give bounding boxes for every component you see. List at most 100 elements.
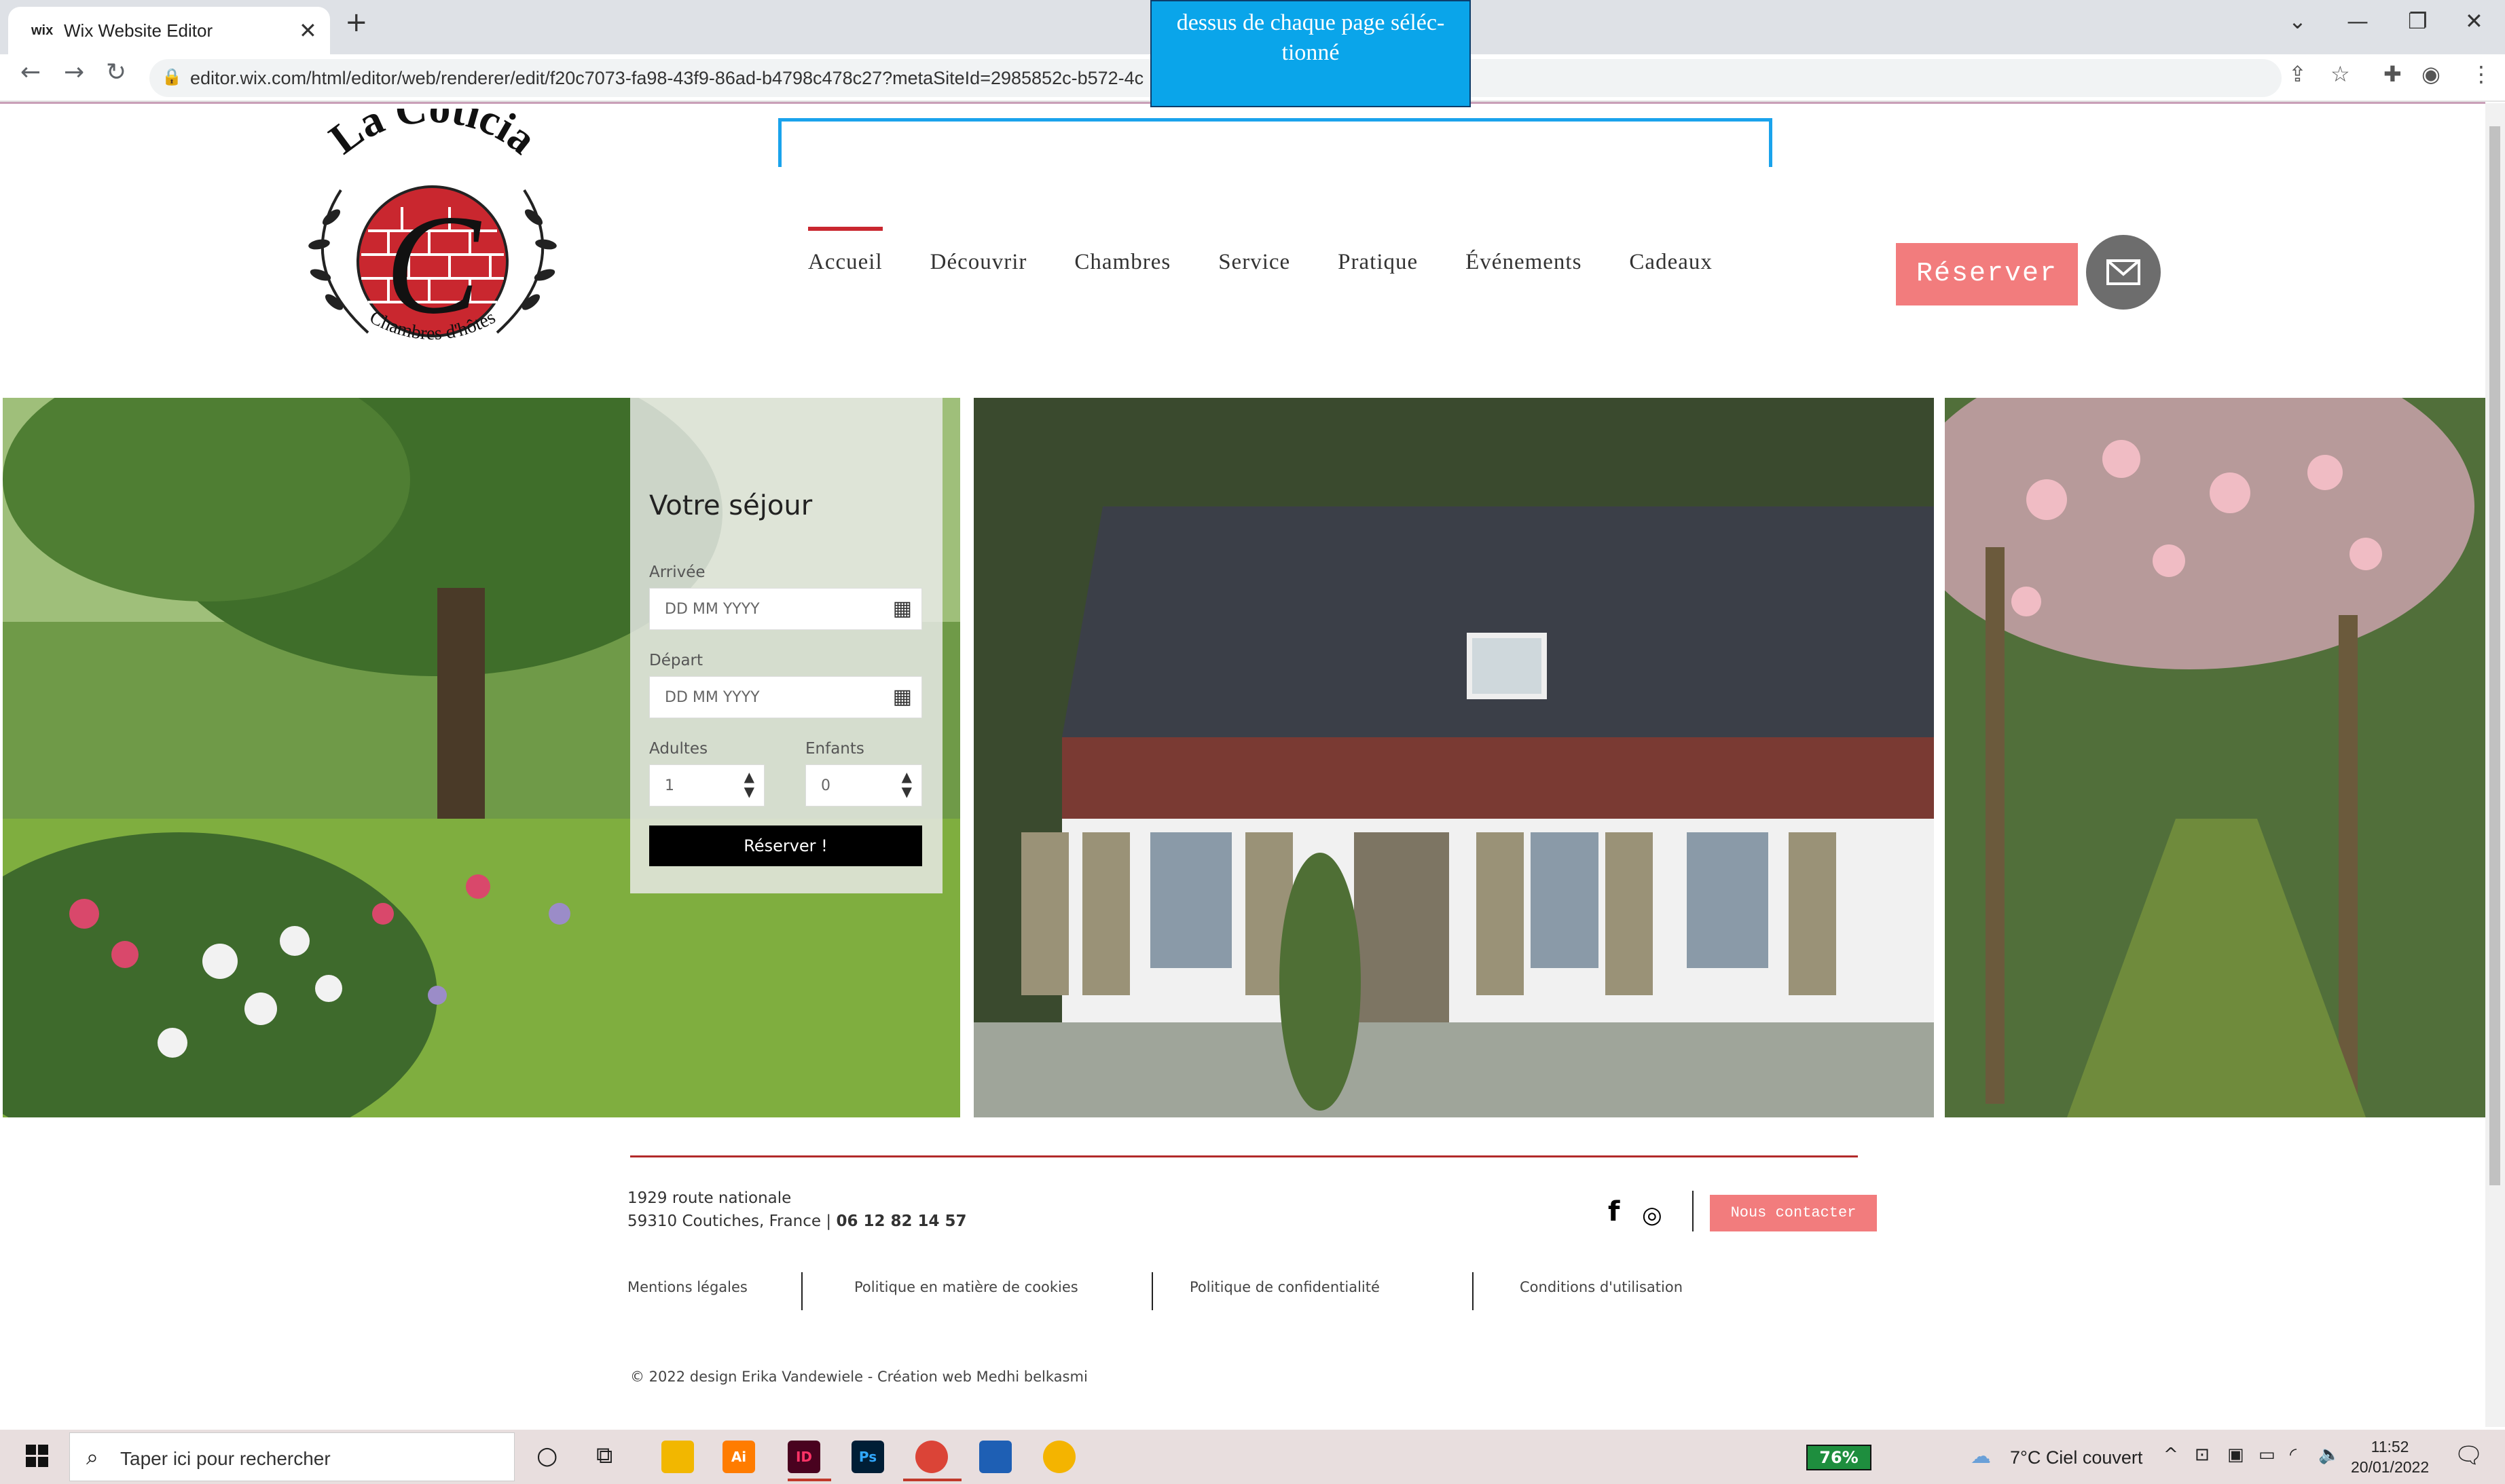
footer-link-terms[interactable]: Conditions d'utilisation <box>1520 1279 1683 1295</box>
active-app-indicator <box>788 1479 831 1481</box>
restore-icon[interactable]: ❐ <box>2408 8 2428 34</box>
instagram-icon[interactable]: ◎ <box>1642 1202 1662 1229</box>
calendar-icon[interactable]: ▦ <box>893 597 912 620</box>
browser-tab[interactable]: wix Wix Website Editor ✕ <box>8 7 330 54</box>
booking-title: Votre séjour <box>649 490 813 521</box>
volume-icon[interactable]: 🔈 <box>2318 1445 2340 1465</box>
chrome-icon[interactable] <box>915 1441 948 1473</box>
adults-stepper[interactable]: 1 ▲ ▼ <box>649 764 765 806</box>
departure-placeholder: DD MM YYYY <box>665 689 760 706</box>
booking-submit-button[interactable]: Réserver ! <box>649 826 922 866</box>
booking-widget: Votre séjour Arrivée DD MM YYYY ▦ Départ… <box>630 398 943 893</box>
scrollbar-thumb[interactable] <box>2489 126 2500 1185</box>
nav-item-pratique[interactable]: Pratique <box>1338 250 1418 297</box>
tooltip-line: dessus de chaque page séléc- <box>1176 10 1445 35</box>
facebook-icon[interactable]: f <box>1608 1196 1620 1227</box>
tray-chevron-icon[interactable]: ^ <box>2163 1445 2178 1465</box>
footer-separator <box>801 1272 803 1310</box>
wix-favicon-icon: wix <box>31 23 54 38</box>
windows-start-icon[interactable] <box>26 1445 49 1468</box>
footer-copyright: © 2022 design Erika Vandewiele - Créatio… <box>630 1369 1088 1385</box>
calendar-icon[interactable]: ▦ <box>893 685 912 709</box>
footer-divider <box>630 1155 1858 1157</box>
rose-arch-photo <box>1945 398 2485 1117</box>
mail-button[interactable] <box>2086 235 2161 310</box>
stepper-arrows-icon[interactable]: ▲ ▼ <box>902 769 912 799</box>
forward-icon[interactable]: → <box>64 58 84 86</box>
adults-label: Adultes <box>649 740 708 758</box>
stepper-arrows-icon[interactable]: ▲ ▼ <box>744 769 754 799</box>
nav-item-accueil[interactable]: Accueil <box>808 227 883 297</box>
tooltip-line: tionné <box>1281 40 1340 65</box>
mail-icon <box>2106 259 2140 285</box>
main-nav: Accueil Découvrir Chambres Service Prati… <box>808 227 1713 297</box>
arrival-date-field[interactable]: DD MM YYYY ▦ <box>649 588 922 630</box>
footer-address: 1929 route nationale 59310 Coutiches, Fr… <box>627 1187 967 1233</box>
tray-app-icon[interactable]: ⊡ <box>2195 1445 2210 1465</box>
active-app-indicator <box>903 1479 962 1481</box>
search-icon: ⌕ <box>86 1444 98 1470</box>
url-text: editor.wix.com/html/editor/web/renderer/… <box>190 68 1144 88</box>
footer-link-cookies[interactable]: Politique en matière de cookies <box>854 1279 1078 1295</box>
menu-kebab-icon[interactable]: ⋮ <box>2470 61 2492 87</box>
bookmark-star-icon[interactable]: ☆ <box>2330 61 2350 87</box>
tray-security-icon[interactable]: ▣ <box>2227 1445 2244 1465</box>
taskbar-search[interactable]: ⌕ Taper ici pour rechercher <box>69 1432 515 1481</box>
tab-close-icon[interactable]: ✕ <box>299 18 317 43</box>
nav-item-decouvrir[interactable]: Découvrir <box>930 250 1027 297</box>
editor-selection-frame[interactable] <box>778 118 1772 167</box>
footer-link-legal[interactable]: Mentions légales <box>627 1279 748 1295</box>
nav-item-service[interactable]: Service <box>1218 250 1290 297</box>
footer-separator <box>1692 1191 1694 1231</box>
window-close-icon[interactable]: ✕ <box>2465 8 2483 34</box>
children-value: 0 <box>821 777 830 794</box>
reserve-button[interactable]: Réserver <box>1896 243 2078 305</box>
tray-battery-icon[interactable]: ▭ <box>2259 1445 2275 1465</box>
arrival-label: Arrivée <box>649 563 706 581</box>
contact-button[interactable]: Nous contacter <box>1710 1195 1877 1231</box>
site-logo[interactable]: C La Coticia Chambres d'hôtes <box>266 109 599 380</box>
phone-number[interactable]: 06 12 82 14 57 <box>836 1212 966 1230</box>
taskbar-clock[interactable]: 11:52 20/01/2022 <box>2351 1436 2429 1477</box>
footer-link-privacy[interactable]: Politique de confidentialité <box>1190 1279 1380 1295</box>
share-icon[interactable]: ⇪ <box>2288 61 2307 87</box>
cortana-icon[interactable]: ○ <box>536 1442 557 1470</box>
footer-separator <box>1472 1272 1474 1310</box>
footer-separator <box>1152 1272 1153 1310</box>
app-icon[interactable] <box>1043 1441 1076 1473</box>
notifications-icon[interactable]: 🗨 <box>2454 1442 2483 1469</box>
photoshop-icon[interactable]: Ps <box>852 1441 884 1473</box>
illustrator-icon[interactable]: Ai <box>723 1441 755 1473</box>
address-line: 59310 Coutiches, France | <box>627 1212 832 1230</box>
taskbar-search-placeholder: Taper ici pour rechercher <box>120 1448 331 1469</box>
clock-time: 11:52 <box>2371 1438 2409 1455</box>
wifi-icon[interactable]: ◜ <box>2290 1445 2297 1465</box>
nav-item-chambres[interactable]: Chambres <box>1074 250 1171 297</box>
file-explorer-icon[interactable] <box>661 1441 694 1473</box>
weather-text[interactable]: 7°C Ciel couvert <box>2010 1447 2142 1468</box>
indesign-icon[interactable]: ID <box>788 1441 820 1473</box>
svg-text:La Coticia: La Coticia <box>321 109 545 164</box>
back-icon[interactable]: ← <box>20 58 41 86</box>
task-view-icon[interactable]: ⧉ <box>596 1442 612 1469</box>
new-tab-icon[interactable]: + <box>345 7 368 38</box>
tab-search-chevron-icon[interactable]: ⌄ <box>2288 8 2307 34</box>
editor-tooltip: dessus de chaque page séléc- tionné <box>1150 0 1471 107</box>
address-line: 1929 route nationale <box>627 1189 792 1207</box>
profile-avatar-icon[interactable]: ◉ <box>2421 61 2440 87</box>
children-label: Enfants <box>805 740 864 758</box>
departure-date-field[interactable]: DD MM YYYY ▦ <box>649 676 922 718</box>
reload-icon[interactable]: ↻ <box>106 58 126 86</box>
extensions-icon[interactable]: ✚ <box>2383 61 2402 87</box>
battery-indicator[interactable]: 76% <box>1806 1445 1871 1470</box>
logo-name: La Coticia <box>321 109 545 164</box>
snipping-tool-icon[interactable] <box>979 1441 1012 1473</box>
children-stepper[interactable]: 0 ▲ ▼ <box>805 764 922 806</box>
minimize-icon[interactable]: — <box>2347 8 2369 34</box>
nav-item-cadeaux[interactable]: Cadeaux <box>1629 250 1712 297</box>
arrival-placeholder: DD MM YYYY <box>665 601 760 618</box>
nav-item-evenements[interactable]: Événements <box>1465 250 1581 297</box>
departure-label: Départ <box>649 652 703 669</box>
weather-cloud-icon: ☁ <box>1971 1445 1991 1468</box>
lock-icon: 🔒 <box>162 67 182 86</box>
